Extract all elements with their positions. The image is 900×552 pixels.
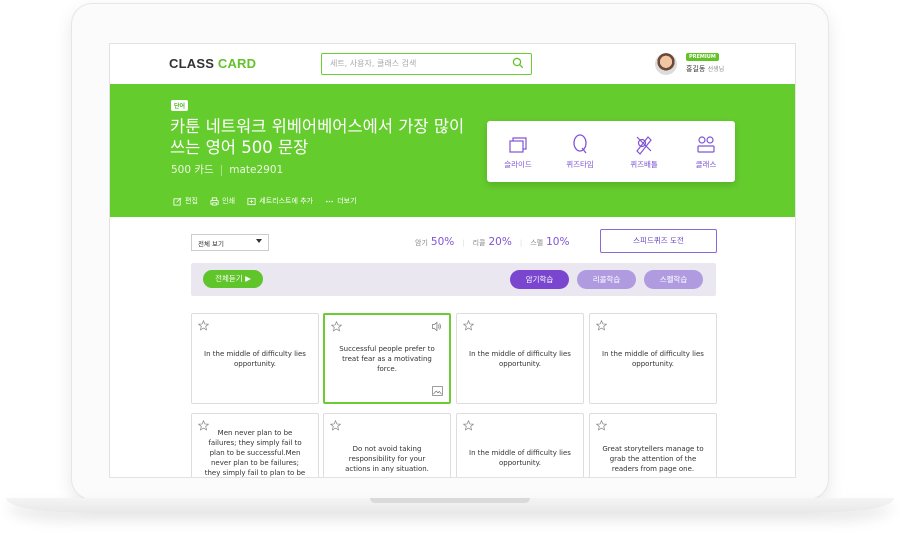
profile-name-line: 홍길동 선생님 <box>686 64 724 74</box>
recall-study-button[interactable]: 리콜학습 <box>577 270 636 289</box>
card-text: Men never plan to be failures; they simp… <box>204 429 306 477</box>
more-action[interactable]: 더보기 <box>325 196 357 206</box>
mode-quiz-label: 퀴즈타임 <box>566 160 594 169</box>
speed-quiz-button[interactable]: 스피드퀴즈 도전 <box>600 229 717 253</box>
card-text: In the middle of difficulty lies opportu… <box>602 349 704 368</box>
battle-icon <box>636 136 652 155</box>
profile-name: 홍길동 <box>686 65 706 73</box>
edit-action[interactable]: 편집 <box>173 196 198 206</box>
play-all-button[interactable]: 전체듣기 ▶ <box>203 270 263 288</box>
stat-memorize-label: 암기 <box>415 239 428 247</box>
card-text: In the middle of difficulty lies opportu… <box>469 349 571 368</box>
logo-card: CARD <box>217 56 257 71</box>
stat-recall-label: 리콜 <box>472 239 486 247</box>
print-action[interactable]: 인쇄 <box>210 196 235 206</box>
spell-study-button[interactable]: 스펠학습 <box>644 270 703 289</box>
card-text: Successful people prefer to treat fear a… <box>339 344 435 373</box>
profile-role: 선생님 <box>707 66 725 73</box>
card-text: Great storytellers manage to grab the at… <box>602 445 704 473</box>
view-filter-value: 전체 보기 <box>198 240 224 248</box>
add-list-action[interactable]: 세트리스트에 추가 <box>247 196 313 206</box>
add-list-label: 세트리스트에 추가 <box>259 197 313 205</box>
set-banner: 단어 카툰 네트워크 위베어베어스에서 가장 많이 쓰는 영어 500 문장 5… <box>110 84 795 217</box>
logo[interactable]: CLASS CARD <box>169 56 256 71</box>
image-icon[interactable] <box>432 386 443 396</box>
flashcard[interactable]: In the middle of difficulty lies opportu… <box>456 313 584 404</box>
search-input[interactable]: 세트, 사용자, 클래스 검색 <box>321 53 532 75</box>
top-nav: CLASS CARD 세트, 사용자, 클래스 검색 PREMIUM 홍길동 선… <box>110 44 795 85</box>
progress-stats: 암기 50% | 리콜 20% | 스펠 10% <box>415 236 570 248</box>
set-actions: 편집 인쇄 세트리스트에 추가 더보기 <box>173 196 367 208</box>
stat-spell-value: 10% <box>546 236 570 248</box>
flashcard[interactable]: Great storytellers manage to grab the at… <box>589 413 717 477</box>
stat-memorize-value: 50% <box>430 236 455 248</box>
flashcard[interactable]: Do not avoid taking responsibility for y… <box>323 413 451 477</box>
more-icon <box>326 200 334 202</box>
print-label: 인쇄 <box>222 197 236 205</box>
search-placeholder: 세트, 사용자, 클래스 검색 <box>330 59 417 68</box>
flashcard-active[interactable]: Successful people prefer to treat fear a… <box>323 313 451 404</box>
edit-label: 편집 <box>185 197 198 205</box>
avatar[interactable] <box>655 53 677 75</box>
chevron-down-icon <box>256 239 262 243</box>
card-count: 500 카드 <box>171 164 214 176</box>
card-text: In the middle of difficulty lies opportu… <box>204 349 306 368</box>
set-title: 카툰 네트워크 위베어베어스에서 가장 많이 쓰는 영어 500 문장 <box>170 117 465 157</box>
set-meta: 500 카드 | mate2901 <box>171 164 284 176</box>
memorize-study-button[interactable]: 암기학습 <box>510 270 569 289</box>
mode-slide[interactable]: 슬라이드 <box>493 133 543 170</box>
view-filter-select[interactable]: 전체 보기 <box>191 234 269 251</box>
logo-class: CLASS <box>169 56 218 71</box>
flashcard[interactable]: In the middle of difficulty lies opportu… <box>191 313 319 404</box>
mode-battle[interactable]: 퀴즈배틀 <box>619 133 669 170</box>
print-icon <box>210 196 219 206</box>
quiz-icon <box>573 134 587 154</box>
study-toolbar: 전체듣기 ▶ 암기학습 리콜학습 스펠학습 <box>191 263 716 296</box>
app-screen: CLASS CARD 세트, 사용자, 클래스 검색 PREMIUM 홍길동 선… <box>109 43 796 478</box>
mode-battle-label: 퀴즈배틀 <box>630 160 658 169</box>
flashcard[interactable]: In the middle of difficulty lies opportu… <box>456 413 584 477</box>
add-list-icon <box>247 197 256 205</box>
card-text: Do not avoid taking responsibility for y… <box>345 445 429 473</box>
card-text: In the middle of difficulty lies opportu… <box>469 449 571 467</box>
stat-spell-label: 스펠 <box>530 239 544 247</box>
author-name[interactable]: mate2901 <box>229 164 283 176</box>
mode-class-label: 클래스 <box>695 160 717 169</box>
mode-class[interactable]: 클래스 <box>681 133 731 170</box>
flashcard[interactable]: In the middle of difficulty lies opportu… <box>589 313 717 404</box>
laptop-notch <box>370 498 530 503</box>
flashcard[interactable]: Men never plan to be failures; they simp… <box>191 413 319 477</box>
more-label: 더보기 <box>337 197 357 205</box>
mode-quiz[interactable]: 퀴즈타임 <box>555 133 605 170</box>
mode-slide-label: 슬라이드 <box>504 160 532 169</box>
premium-badge: PREMIUM <box>686 53 719 61</box>
user-profile[interactable]: PREMIUM 홍길동 선생님 <box>655 51 785 79</box>
class-icon <box>697 136 715 153</box>
study-modes-panel: 슬라이드 퀴즈타임 퀴즈배틀 클래스 <box>487 121 735 182</box>
set-type-tag: 단어 <box>171 100 189 111</box>
stat-recall-value: 20% <box>488 236 512 248</box>
search-icon[interactable] <box>512 57 524 69</box>
edit-icon <box>173 197 182 206</box>
slide-icon <box>509 137 527 153</box>
